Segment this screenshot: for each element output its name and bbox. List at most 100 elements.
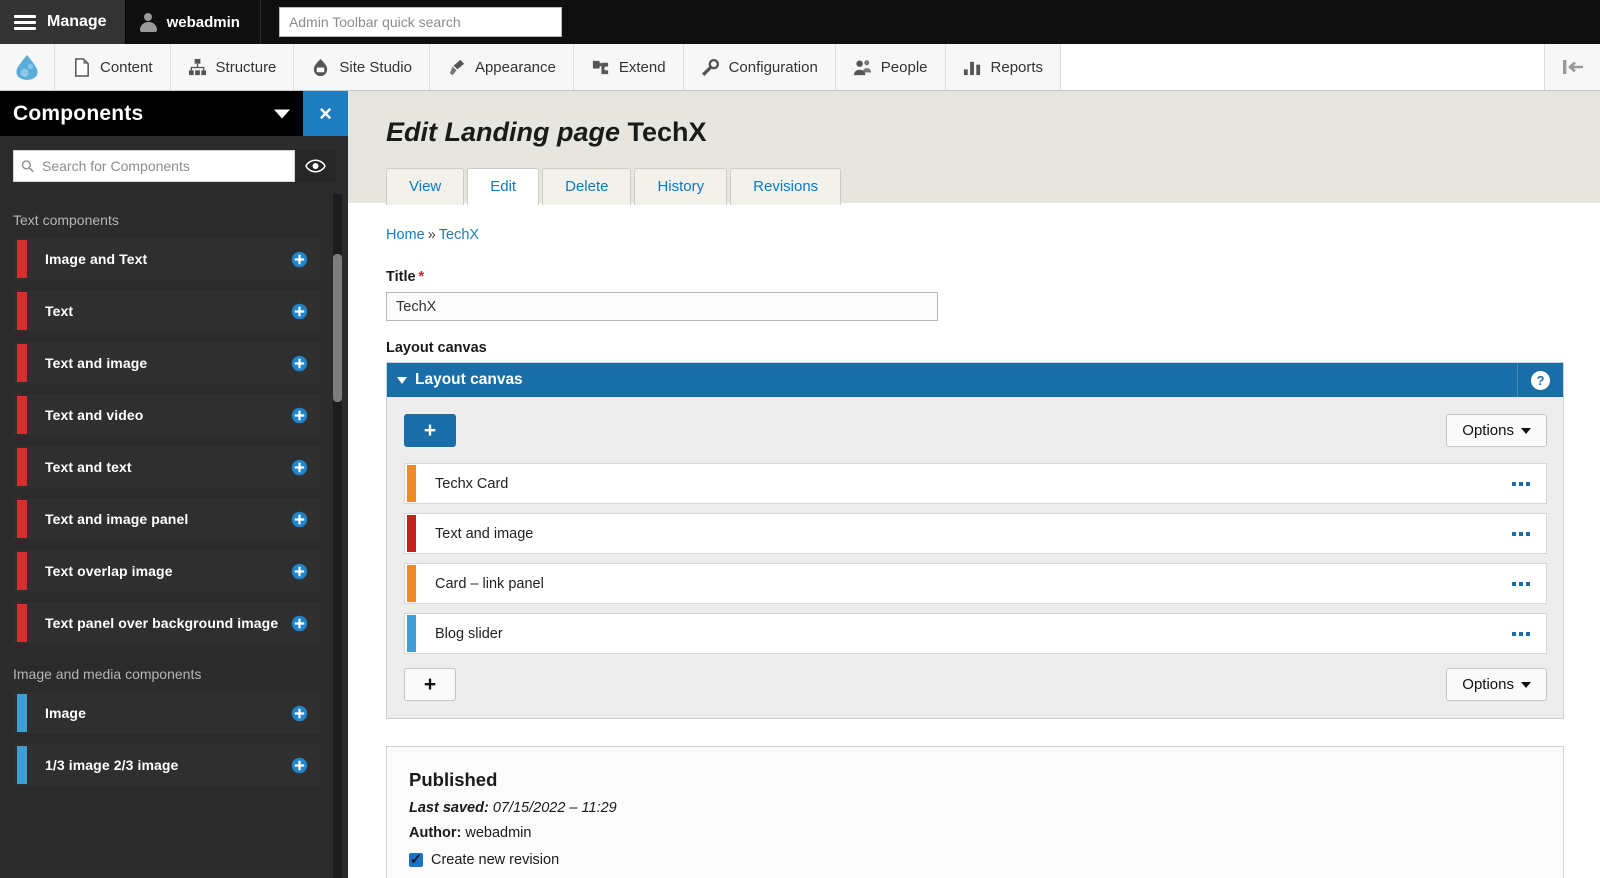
row-label: Techx Card [435,475,509,492]
chevron-down-icon[interactable] [274,109,290,118]
breadcrumb-home-link[interactable]: Home [386,227,425,243]
tab-revisions[interactable]: Revisions [730,168,842,205]
plus-circle-icon[interactable] [291,615,308,632]
breadcrumb-current-link[interactable]: TechX [439,227,479,243]
component-item-text[interactable]: Text [13,290,320,332]
menu-item-content[interactable]: Content [55,44,171,90]
drupal-logo[interactable] [0,44,55,90]
component-label: Image and Text [45,251,148,267]
site-studio-icon [314,58,328,76]
layout-canvas-header-label: Layout canvas [415,371,523,388]
help-icon: ? [1531,370,1550,390]
options-bottom-button[interactable]: Options [1446,668,1547,701]
row-label: Text and image [435,525,534,542]
plus-circle-icon[interactable] [291,251,308,268]
people-icon [853,59,871,75]
tab-history[interactable]: History [634,168,728,205]
component-color-bar [17,604,27,642]
component-label: Text and text [45,459,132,475]
title-field-label: Title * [386,269,1564,285]
admin-toolbar-search-input[interactable] [278,7,562,37]
manage-menu-button[interactable]: Manage [0,0,126,44]
plus-circle-icon[interactable] [291,355,308,372]
page-body: Components × Text component [0,91,1600,878]
title-input[interactable] [386,292,938,321]
options-bottom-label: Options [1462,676,1514,693]
layout-canvas-top-toolbar: + Options [404,414,1547,447]
canvas-row-text-and-image[interactable]: Text and image [404,513,1547,554]
last-saved: Last saved: 07/15/2022 – 11:29 [409,800,1563,816]
add-component-bottom-button[interactable]: + [404,668,456,701]
close-sidebar-button[interactable]: × [303,91,348,136]
component-item-image-and-text[interactable]: Image and Text [13,238,320,280]
row-more-button[interactable] [1512,481,1530,486]
menu-item-people[interactable]: People [836,44,946,90]
tab-edit[interactable]: Edit [467,168,540,205]
canvas-row-card-link-panel[interactable]: Card – link panel [404,563,1547,604]
menu-label: Site Studio [339,58,412,76]
layout-canvas-header[interactable]: Layout canvas ? [387,363,1563,397]
author-value: webadmin [465,825,532,841]
tab-view[interactable]: View [386,168,465,205]
canvas-row-blog-slider[interactable]: Blog slider [404,613,1547,654]
row-more-button[interactable] [1512,631,1530,636]
plus-circle-icon[interactable] [291,563,308,580]
component-item-text-and-video[interactable]: Text and video [13,394,320,436]
component-item-text-and-text[interactable]: Text and text [13,446,320,488]
menu-item-configuration[interactable]: Configuration [684,44,836,90]
row-more-button[interactable] [1512,581,1530,586]
admin-menu-bar: Content Structure Site Studio Appearance [0,44,1600,91]
component-item-text-and-image[interactable]: Text and image [13,342,320,384]
plus-circle-icon[interactable] [291,407,308,424]
canvas-row-techx-card[interactable]: Techx Card [404,463,1547,504]
menu-label: People [880,58,928,76]
menu-item-reports[interactable]: Reports [946,44,1062,90]
component-item-text-overlap-image[interactable]: Text overlap image [13,550,320,592]
component-color-bar [17,448,27,486]
menu-item-structure[interactable]: Structure [171,44,295,90]
row-more-button[interactable] [1512,531,1530,536]
create-new-revision-row[interactable]: ✓ Create new revision [409,852,1563,868]
plus-circle-icon[interactable] [291,459,308,476]
component-item-text-panel-over-background-image[interactable]: Text panel over background image [13,602,320,644]
plus-circle-icon[interactable] [291,757,308,774]
user-icon [139,12,157,32]
component-label: Image [45,705,86,721]
menu-item-appearance[interactable]: Appearance [430,44,574,90]
component-label: Text and image panel [45,511,189,527]
components-sidebar-header: Components × [0,91,348,136]
plus-circle-icon[interactable] [291,303,308,320]
plus-circle-icon[interactable] [291,511,308,528]
component-item-image[interactable]: Image [13,692,320,734]
options-top-button[interactable]: Options [1446,414,1547,447]
menu-item-extend[interactable]: Extend [574,44,684,90]
menu-spacer [1061,44,1545,90]
layout-canvas: Layout canvas ? + Options Techx Card Tex… [386,362,1564,719]
add-component-top-button[interactable]: + [404,414,456,447]
component-label: 1/3 image 2/3 image [45,757,179,773]
tab-delete[interactable]: Delete [542,168,632,205]
components-search-wrap [13,150,295,182]
node-tabs: View Edit Delete History Revisions [386,168,1600,205]
user-account-button[interactable]: webadmin [126,0,261,44]
eye-icon [305,159,326,173]
publish-status: Published [409,769,498,790]
sidebar-scrollbar-thumb[interactable] [333,254,342,402]
layout-canvas-field-label: Layout canvas [386,340,487,356]
create-new-revision-checkbox[interactable]: ✓ [409,852,423,868]
plus-circle-icon[interactable] [291,705,308,722]
component-item-one-third-two-thirds-image[interactable]: 1/3 image 2/3 image [13,744,320,786]
menu-item-site-studio[interactable]: Site Studio [294,44,430,90]
menu-label: Appearance [474,58,556,76]
component-item-text-and-image-panel[interactable]: Text and image panel [13,498,320,540]
group-label: Image and media components [13,666,202,682]
search-components-input[interactable] [13,150,295,182]
components-list[interactable]: Text components Image and Text Text Text… [0,194,348,878]
layout-canvas-help-button[interactable]: ? [1517,363,1563,397]
component-color-bar [17,292,27,330]
component-color-bar [17,396,27,434]
page-icon [75,57,89,77]
chevron-down-icon[interactable] [397,376,407,384]
collapse-toolbar-button[interactable] [1545,44,1600,90]
preview-toggle-button[interactable] [295,150,336,182]
